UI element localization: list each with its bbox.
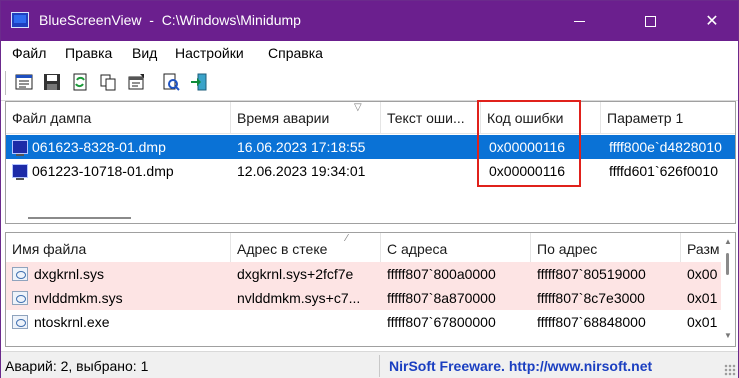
minimize-icon <box>573 20 585 22</box>
app-window: BlueScreenView - C:\Windows\Minidump ✕ Ф… <box>0 0 739 378</box>
copy-button[interactable] <box>97 71 119 93</box>
find-button[interactable] <box>160 71 182 93</box>
error-code-highlight <box>477 100 581 187</box>
crash-row[interactable]: 061623-8328-01.dmp 16.06.2023 17:18:55 0… <box>6 135 735 159</box>
crash-list-header: Файл дампа Время аварии ▽ Текст оши... К… <box>6 102 735 134</box>
module-list-vscroll[interactable]: ▲ ▼ <box>721 233 735 346</box>
save-button[interactable] <box>41 71 63 93</box>
menu-edit[interactable]: Правка <box>65 45 112 61</box>
title-bar[interactable]: BlueScreenView - C:\Windows\Minidump ✕ <box>1 1 738 41</box>
system-file-icon <box>12 291 28 305</box>
nirsoft-link[interactable]: NirSoft Freeware. http://www.nirsoft.net <box>389 358 652 374</box>
module-to-address: fffff807`8c7e3000 <box>537 290 645 306</box>
module-size: 0x00 <box>687 266 718 282</box>
module-list-vscroll-thumb[interactable] <box>726 253 729 275</box>
window-title: BlueScreenView - C:\Windows\Minidump <box>39 12 301 28</box>
status-crash-count: Аварий: 2, выбрано: 1 <box>5 358 149 374</box>
module-size: 0x01 <box>687 290 718 306</box>
module-from-address: fffff807`8a870000 <box>387 290 496 306</box>
column-to-address[interactable]: По адрес <box>531 233 681 265</box>
column-file-name[interactable]: Имя файла <box>6 233 231 265</box>
find-icon <box>163 73 180 91</box>
column-dump-file[interactable]: Файл дампа <box>6 102 231 134</box>
minimize-button[interactable] <box>556 1 602 41</box>
crash-text <box>381 135 481 159</box>
module-list-panel: Имя файла Адрес в стеке ⁄ С адреса По ад… <box>5 232 736 347</box>
column-from-address[interactable]: С адреса <box>381 233 531 265</box>
properties-icon <box>128 74 144 90</box>
crash-text <box>381 159 481 183</box>
module-name: nvlddmkm.sys <box>34 290 123 306</box>
toolbar-grip[interactable] <box>5 71 7 95</box>
menu-view[interactable]: Вид <box>132 45 157 61</box>
module-row[interactable]: nvlddmkm.sys nvlddmkm.sys+c7... fffff807… <box>6 286 735 310</box>
module-list-header: Имя файла Адрес в стеке ⁄ С адреса По ад… <box>6 233 735 265</box>
crash-param1: ffffd601`626f0010 <box>609 163 718 179</box>
module-size: 0x01 <box>687 314 718 330</box>
module-stack-address: dxgkrnl.sys+2fcf7e <box>237 266 354 282</box>
crash-list-hscroll-thumb[interactable] <box>28 217 131 219</box>
column-bug-check-string[interactable]: Текст оши... <box>381 102 481 134</box>
menu-file[interactable]: Файл <box>12 45 46 61</box>
properties-button[interactable] <box>125 71 147 93</box>
crash-list-hscroll[interactable] <box>6 209 735 223</box>
sort-descending-icon: ▽ <box>354 102 362 113</box>
exit-button[interactable] <box>188 71 210 93</box>
crash-time: 12.06.2023 19:34:01 <box>237 163 366 179</box>
column-parameter-1[interactable]: Параметр 1 <box>601 102 735 134</box>
resize-grip-icon[interactable] <box>724 364 736 376</box>
module-from-address: fffff807`67800000 <box>387 314 496 330</box>
module-to-address: fffff807`80519000 <box>537 266 646 282</box>
scroll-up-icon[interactable]: ▲ <box>724 237 732 246</box>
html-report-icon <box>15 74 33 90</box>
bluescreen-app-icon <box>11 12 29 28</box>
refresh-button[interactable] <box>69 71 91 93</box>
menu-bar: Файл Правка Вид Настройки Справка <box>1 41 738 65</box>
maximize-icon <box>644 15 656 27</box>
crash-file-name: 061223-10718-01.dmp <box>32 163 174 179</box>
crash-time: 16.06.2023 17:18:55 <box>237 139 366 155</box>
crash-param1: ffff800e`d4828010 <box>609 139 722 155</box>
exit-icon <box>191 73 207 91</box>
status-separator <box>379 355 380 377</box>
copy-icon <box>100 74 116 91</box>
save-icon <box>44 74 60 90</box>
close-button[interactable]: ✕ <box>689 1 735 41</box>
module-from-address: fffff807`800a0000 <box>387 266 496 282</box>
executable-file-icon <box>12 315 28 329</box>
crash-row[interactable]: 061223-10718-01.dmp 12.06.2023 19:34:01 … <box>6 159 735 183</box>
module-name: ntoskrnl.exe <box>34 314 110 330</box>
system-file-icon <box>12 267 28 281</box>
sort-ascending-icon: ⁄ <box>346 233 348 244</box>
column-stack-address[interactable]: Адрес в стеке <box>231 233 381 265</box>
toolbar <box>1 65 738 101</box>
menu-settings[interactable]: Настройки <box>175 45 244 61</box>
module-stack-address: nvlddmkm.sys+c7... <box>237 290 361 306</box>
column-stack-address-label: Адрес в стеке <box>237 241 328 257</box>
maximize-button[interactable] <box>627 1 673 41</box>
scroll-down-icon[interactable]: ▼ <box>724 331 732 340</box>
crash-list-panel: Файл дампа Время аварии ▽ Текст оши... К… <box>5 101 736 224</box>
menu-help[interactable]: Справка <box>268 45 323 61</box>
module-row[interactable]: dxgkrnl.sys dxgkrnl.sys+2fcf7e fffff807`… <box>6 262 735 286</box>
status-bar: Аварий: 2, выбрано: 1 NirSoft Freeware. … <box>1 351 738 378</box>
refresh-icon <box>73 73 87 91</box>
module-name: dxgkrnl.sys <box>34 266 105 282</box>
module-row[interactable]: ntoskrnl.exe fffff807`67800000 fffff807`… <box>6 310 735 334</box>
crash-file-name: 061623-8328-01.dmp <box>32 139 166 155</box>
module-stack-address <box>231 310 381 334</box>
close-icon: ✕ <box>705 13 719 30</box>
module-to-address: fffff807`68848000 <box>537 314 646 330</box>
column-crash-time-label: Время аварии <box>237 110 330 126</box>
html-report-button[interactable] <box>13 71 35 93</box>
